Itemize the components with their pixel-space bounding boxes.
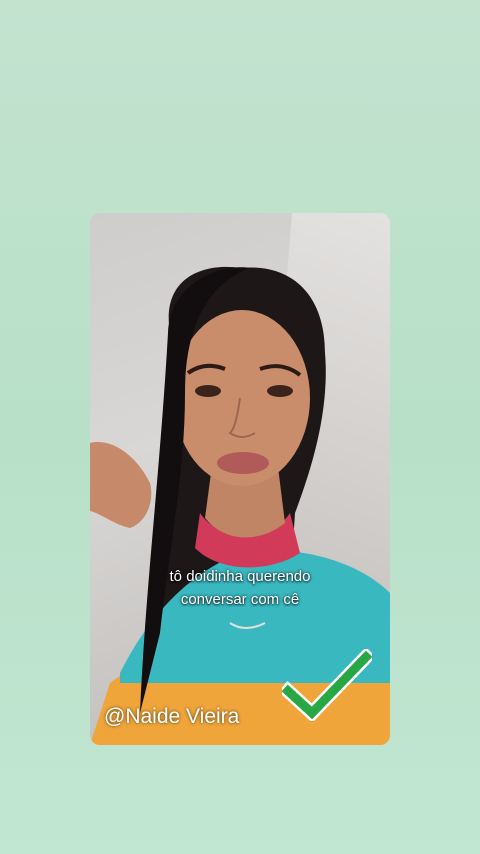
checkmark-icon — [282, 649, 372, 721]
creator-handle: @Naide Vieira — [104, 705, 240, 728]
caption-line-1: tô doidinha querendo — [169, 568, 311, 585]
caption-line-2: conversar com cê — [180, 591, 300, 608]
video-card[interactable]: tô doidinha querendo conversar com cê @N… — [90, 213, 390, 745]
